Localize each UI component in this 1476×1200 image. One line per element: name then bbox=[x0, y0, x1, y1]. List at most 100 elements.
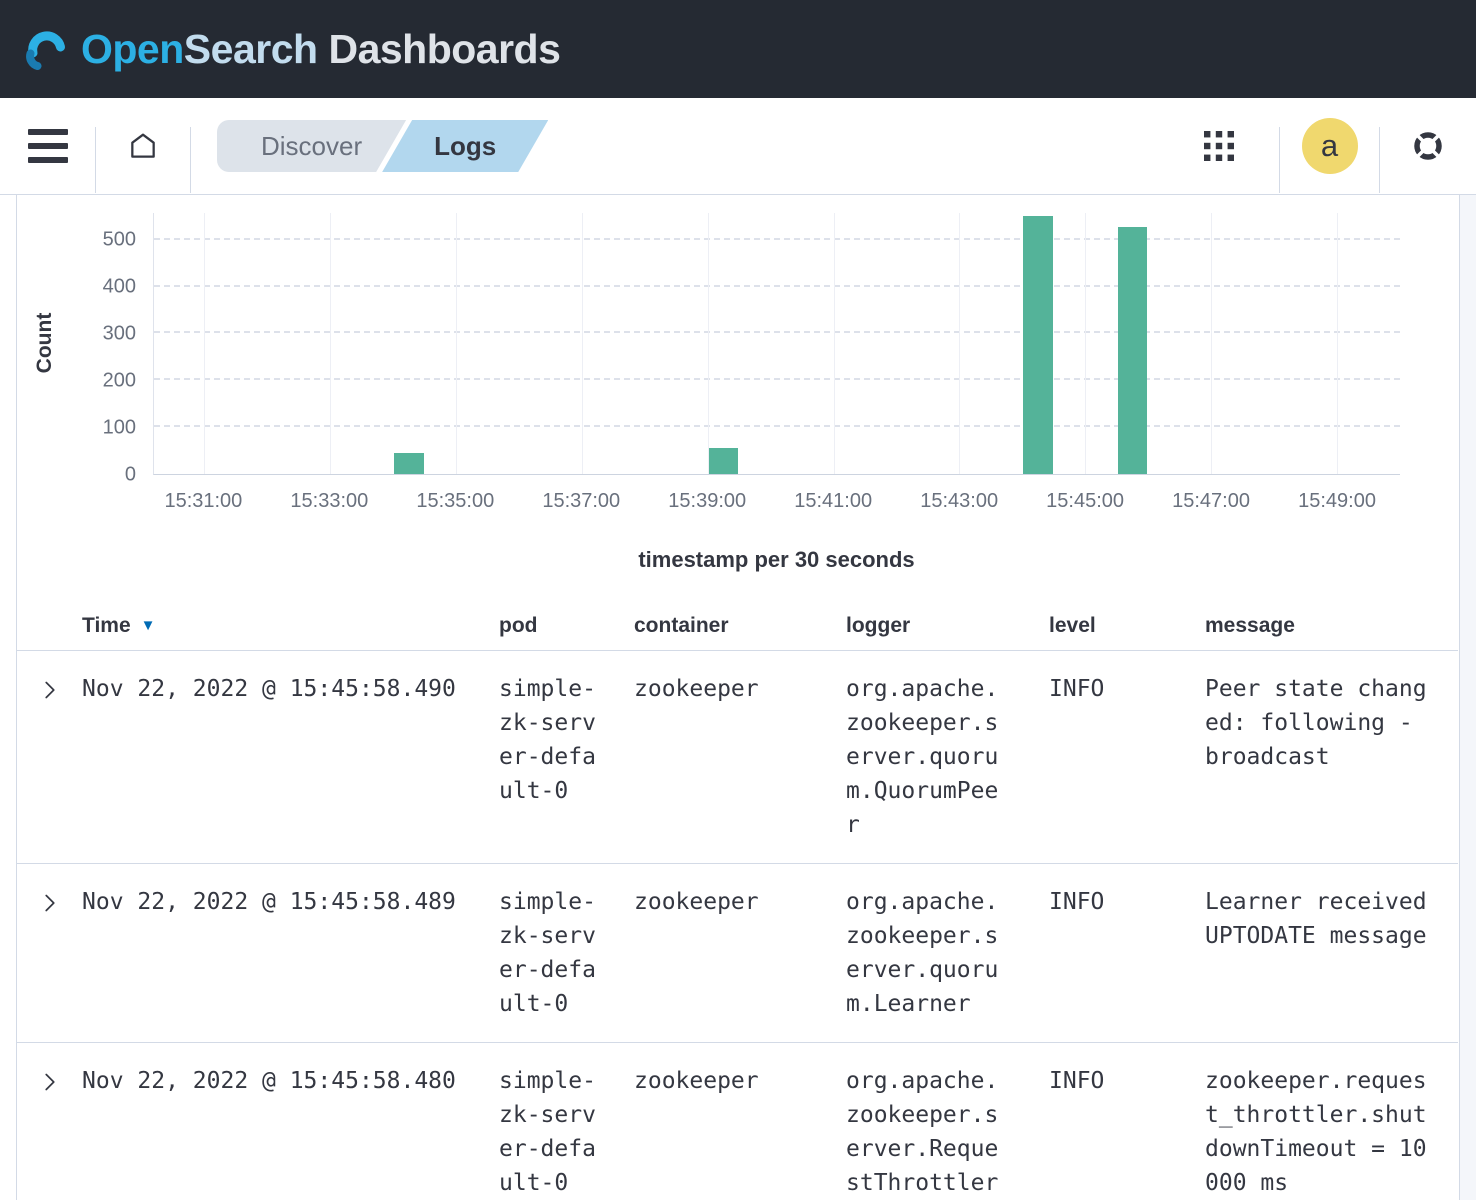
gridline-x bbox=[582, 213, 583, 474]
gridline-x bbox=[1085, 213, 1086, 474]
brand-search: Search bbox=[184, 26, 318, 72]
row-expander bbox=[16, 672, 82, 842]
column-header-message[interactable]: message bbox=[1205, 614, 1458, 638]
y-tick-label: 200 bbox=[103, 369, 136, 392]
documents-table: Time▼podcontainerloggerlevelmessage Nov … bbox=[16, 600, 1458, 1200]
cell-time: Nov 22, 2022 @ 15:45:58.489 bbox=[82, 885, 499, 1021]
cell-container: zookeeper bbox=[634, 1064, 824, 1200]
divider bbox=[190, 127, 191, 193]
column-header-time[interactable]: Time▼ bbox=[82, 614, 499, 638]
nav-right: a bbox=[1159, 98, 1476, 194]
breadcrumb-discover[interactable]: Discover bbox=[217, 120, 406, 172]
x-tick-label: 15:43:00 bbox=[920, 490, 998, 513]
sort-desc-icon[interactable]: ▼ bbox=[141, 617, 156, 634]
cell-level: INFO bbox=[1049, 1064, 1179, 1200]
gridline-y bbox=[154, 285, 1400, 287]
y-tick-label: 300 bbox=[103, 322, 136, 345]
table-row: Nov 22, 2022 @ 15:45:58.490simple-zk-ser… bbox=[16, 651, 1458, 863]
expand-row-button[interactable] bbox=[36, 1068, 64, 1099]
x-tick-label: 15:35:00 bbox=[416, 490, 494, 513]
breadcrumb: DiscoverLogs bbox=[217, 120, 548, 172]
help-button[interactable] bbox=[1412, 130, 1444, 162]
breadcrumb-logs[interactable]: Logs bbox=[382, 120, 548, 172]
cell-logger: org.apache.zookeeper.server.quorum.Quoru… bbox=[846, 672, 1004, 842]
avatar[interactable]: a bbox=[1302, 118, 1358, 174]
table-body: Nov 22, 2022 @ 15:45:58.490simple-zk-ser… bbox=[16, 651, 1458, 1200]
cell-pod: simple-zk-server-default-0 bbox=[499, 885, 604, 1021]
home-icon bbox=[127, 130, 159, 162]
y-axis-ticks: 0100200300400500 bbox=[0, 213, 153, 475]
gridline-y bbox=[154, 425, 1400, 427]
row-expander bbox=[16, 885, 82, 1021]
cell-message: zookeeper.request_throttler.shutdownTime… bbox=[1205, 1064, 1433, 1200]
apps-button[interactable] bbox=[1159, 98, 1279, 194]
opensearch-logo-icon bbox=[25, 26, 69, 72]
gridline-x bbox=[330, 213, 331, 474]
cell-message: Learner received UPTODATE message bbox=[1205, 885, 1433, 1021]
gridline-x bbox=[204, 213, 205, 474]
expand-row-button[interactable] bbox=[36, 676, 64, 707]
chevron-right-icon bbox=[40, 680, 60, 700]
grid-icon bbox=[1204, 131, 1234, 161]
cell-container: zookeeper bbox=[634, 672, 824, 842]
gridline-y bbox=[154, 378, 1400, 380]
brand-open: Open bbox=[81, 26, 184, 72]
cell-level: INFO bbox=[1049, 885, 1179, 1021]
cell-container: zookeeper bbox=[634, 885, 824, 1021]
histogram-chart: Count 0100200300400500 15:31:0015:33:001… bbox=[0, 195, 1476, 600]
cell-logger: org.apache.zookeeper.server.quorum.Learn… bbox=[846, 885, 1004, 1021]
y-tick-label: 100 bbox=[103, 416, 136, 439]
cell-pod: simple-zk-server-default-0 bbox=[499, 1064, 604, 1200]
gridline-y bbox=[154, 238, 1400, 240]
column-header-pod[interactable]: pod bbox=[499, 614, 634, 638]
gridline-x bbox=[834, 213, 835, 474]
histogram-bar[interactable] bbox=[709, 448, 738, 474]
x-tick-label: 15:33:00 bbox=[290, 490, 368, 513]
help-icon bbox=[1412, 130, 1444, 162]
plot-area bbox=[153, 213, 1400, 475]
main-content: Count 0100200300400500 15:31:0015:33:001… bbox=[0, 195, 1476, 1200]
y-tick-label: 0 bbox=[125, 464, 136, 487]
column-header-container[interactable]: container bbox=[634, 614, 846, 638]
histogram-bar[interactable] bbox=[1023, 216, 1052, 474]
menu-button[interactable] bbox=[0, 98, 95, 194]
gridline-y bbox=[154, 331, 1400, 333]
gridline-x bbox=[708, 213, 709, 474]
app-header: OpenSearch Dashboards bbox=[0, 0, 1476, 98]
x-axis-title: timestamp per 30 seconds bbox=[153, 547, 1400, 573]
cell-message: Peer state changed: following - broadcas… bbox=[1205, 672, 1433, 842]
column-header-level[interactable]: level bbox=[1049, 614, 1205, 638]
table-row: Nov 22, 2022 @ 15:45:58.489simple-zk-ser… bbox=[16, 863, 1458, 1042]
cell-level: INFO bbox=[1049, 672, 1179, 842]
x-tick-label: 15:41:00 bbox=[794, 490, 872, 513]
brand-dashboards: Dashboards bbox=[318, 26, 561, 72]
chevron-right-icon bbox=[40, 1072, 60, 1092]
chevron-right-icon bbox=[40, 893, 60, 913]
avatar-initial: a bbox=[1321, 128, 1338, 164]
gridline-x bbox=[456, 213, 457, 474]
y-tick-label: 500 bbox=[103, 228, 136, 251]
nav-bar: DiscoverLogs a bbox=[0, 98, 1476, 195]
x-axis-ticks: 15:31:0015:33:0015:35:0015:37:0015:39:00… bbox=[153, 490, 1400, 520]
x-tick-label: 15:45:00 bbox=[1046, 490, 1124, 513]
table-header-row: Time▼podcontainerloggerlevelmessage bbox=[16, 600, 1458, 651]
cell-logger: org.apache.zookeeper.server.RequestThrot… bbox=[846, 1064, 1004, 1200]
histogram-bar[interactable] bbox=[1118, 227, 1147, 474]
x-tick-label: 15:47:00 bbox=[1172, 490, 1250, 513]
histogram-bar[interactable] bbox=[394, 453, 423, 474]
cell-time: Nov 22, 2022 @ 15:45:58.490 bbox=[82, 672, 499, 842]
app-title: OpenSearch Dashboards bbox=[81, 26, 560, 73]
row-expander bbox=[16, 1064, 82, 1200]
x-tick-label: 15:37:00 bbox=[542, 490, 620, 513]
table-row: Nov 22, 2022 @ 15:45:58.480simple-zk-ser… bbox=[16, 1042, 1458, 1200]
home-button[interactable] bbox=[96, 98, 190, 194]
gridline-x bbox=[1337, 213, 1338, 474]
hamburger-icon bbox=[28, 121, 68, 171]
gridline-x bbox=[1211, 213, 1212, 474]
x-tick-label: 15:49:00 bbox=[1298, 490, 1376, 513]
expand-row-button[interactable] bbox=[36, 889, 64, 920]
x-tick-label: 15:31:00 bbox=[164, 490, 242, 513]
column-header-logger[interactable]: logger bbox=[846, 614, 1049, 638]
header-expander-spacer bbox=[16, 614, 82, 638]
gridline-x bbox=[959, 213, 960, 474]
